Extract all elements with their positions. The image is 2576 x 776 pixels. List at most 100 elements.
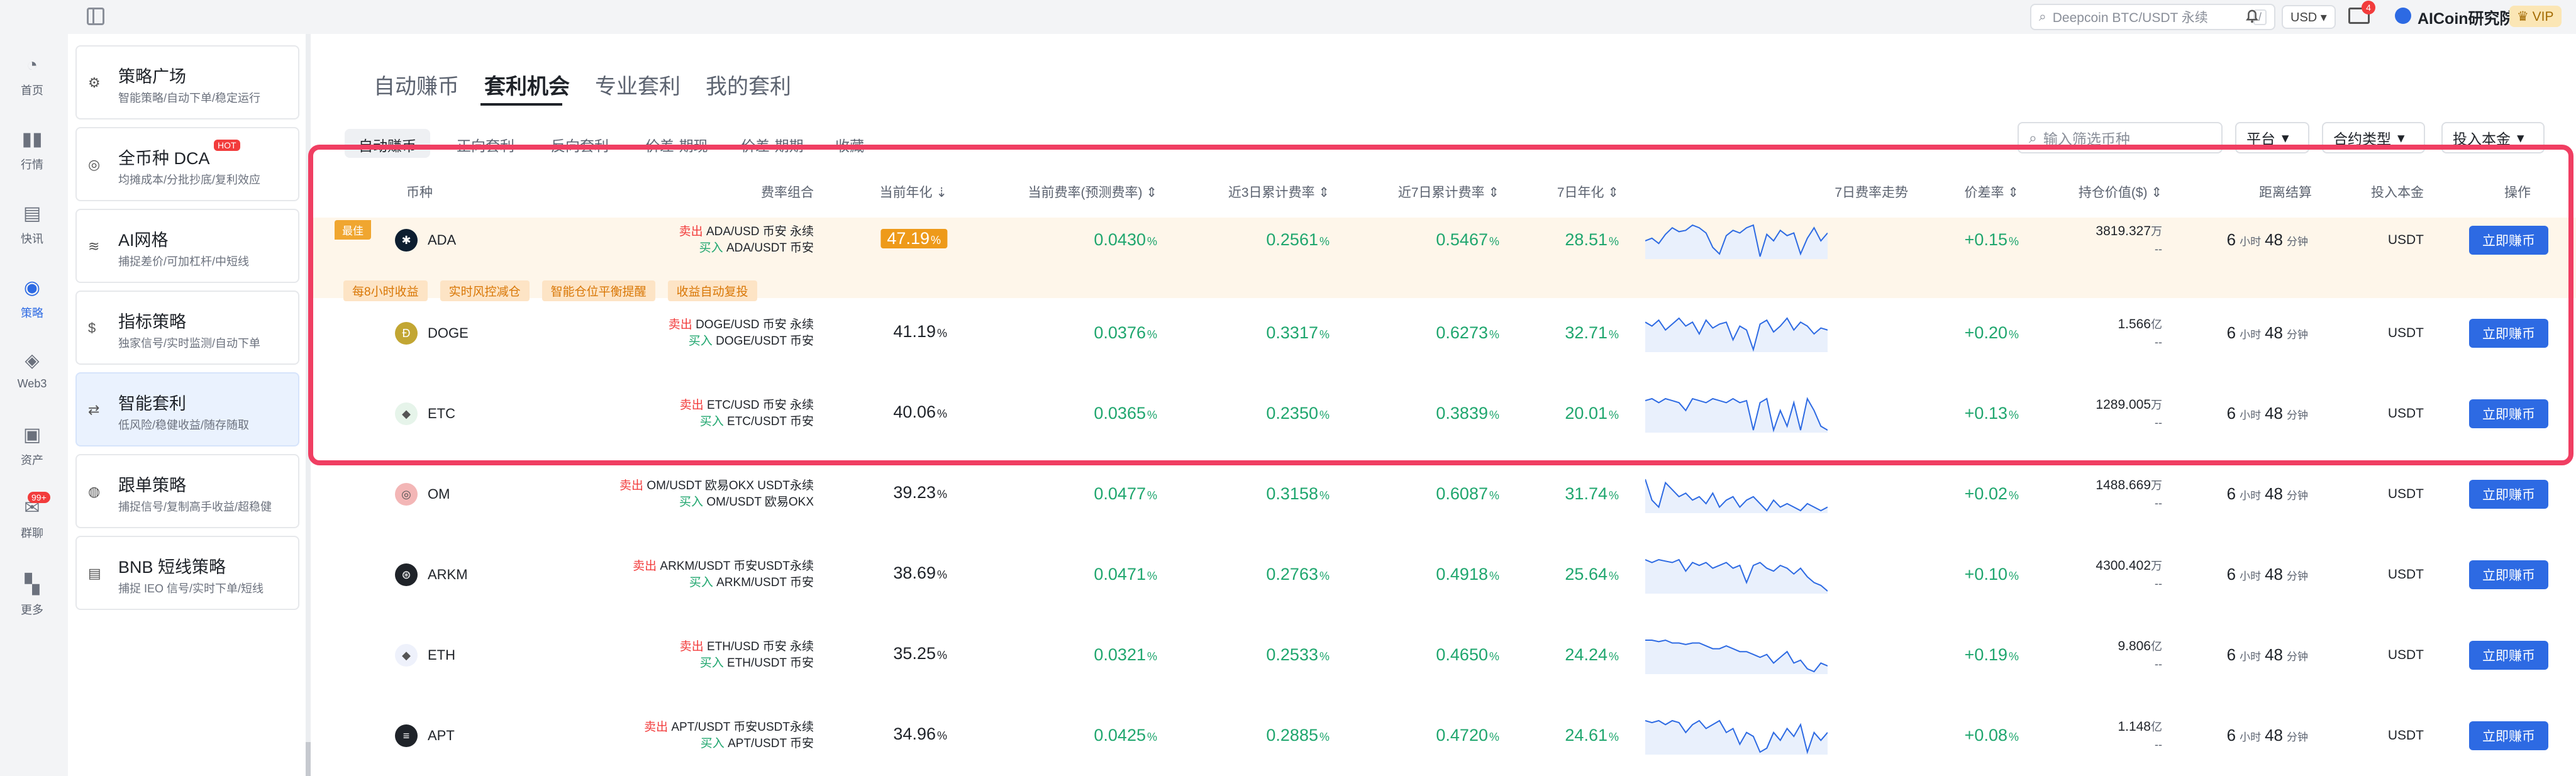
col-hold-value[interactable]: 持仓价值($) ⇕ [2079,182,2162,201]
chevron-down-icon: ▾ [2517,129,2524,146]
subtab-favorites[interactable]: 收藏 [821,129,878,158]
earn-now-button[interactable]: 立即赚币 [2469,641,2548,670]
sort-icon: ⇕ [1318,186,1330,200]
hold-value-line: 1289.005万 [2096,396,2162,414]
strategy-subtitle: 低风险/稳健收益/随存随取 [118,419,250,431]
nav-item-2[interactable]: ▤ 快讯 [0,201,64,247]
col-spread[interactable]: 价差率 ⇕ [1965,182,2019,201]
tab-my-arbitrage[interactable]: 我的套利 [706,69,791,100]
nav-item-3[interactable]: ◉ 策略 [0,275,64,321]
cell-principal: USDT [2387,567,2424,582]
col-3d-rate[interactable]: 近3日累计费率 ⇕ [1228,182,1330,201]
strategy-card-3[interactable]: $ 指标策略 独家信号/实时监测/自动下单 [75,291,299,365]
strategy-card-5[interactable]: ◍ 跟单策略 捕捉信号/复制高手收益/超稳健 [75,454,299,528]
divider-handle[interactable] [306,742,311,776]
rate-combo: 卖出 ETC/USD 币安 永续 买入 ETC/USDT 币安 [680,397,814,430]
cell-spread: +0.13% [1965,404,2019,423]
strategy-title: 智能套利 [118,394,186,413]
hold-sub: -- [2155,497,2162,509]
subtab-spread-futures-futures[interactable]: 价差-期期 [727,129,818,158]
nav-item-4[interactable]: ◈ Web3 [0,348,64,391]
nav-item-7[interactable]: ▚ 更多 [0,572,64,618]
coin-name: ADA [428,232,457,248]
nav-item-0[interactable]: ◔ 首页 [0,53,64,98]
col-7d-rate[interactable]: 近7日累计费率 ⇕ [1398,182,1499,201]
subtab-forward-arbitrage[interactable]: 正向套利 [443,129,528,158]
cell-rate-3d: 0.2533% [1266,645,1330,665]
tab-arbitrage-opportunities[interactable]: 套利机会 [484,69,570,100]
platform-select-label: 平台 [2246,131,2275,147]
nav-item-1[interactable]: ▮▮ 行情 [0,127,64,172]
earn-now-button[interactable]: 立即赚币 [2469,480,2548,509]
mail-icon[interactable]: 4 [2348,1,2375,24]
coin-name: APT [428,728,455,743]
currency-select[interactable]: USD ▾ [2282,5,2336,29]
strategy-icon: $ [88,320,96,336]
strategy-card-4[interactable]: ⇄ 智能套利 低风险/稳健收益/随存随取 [75,372,299,446]
col-current-rate[interactable]: 当前费率(预测费率) ⇕ [1028,182,1157,201]
cell-principal: USDT [2387,233,2424,247]
subtab-auto-earn[interactable]: 自动赚币 [345,129,430,158]
chevron-down-icon: ▾ [2282,129,2289,146]
coin-name: ARKM [428,567,468,582]
percent-sign: % [1489,328,1499,341]
bell-icon[interactable] [2243,6,2262,25]
platform-select[interactable]: 平台 ▾ [2235,122,2309,153]
percent-sign: % [1489,489,1499,502]
earn-now-button[interactable]: 立即赚币 [2469,226,2548,255]
buy-leg: 买入 ETC/USDT 币安 [680,414,814,430]
nav-item-6[interactable]: ✉ 群聊 99+ [0,492,64,541]
rate-combo: 卖出 APT/USDT 币安USDT永续 买入 APT/USDT 币安 [644,719,814,752]
buy-pair: ARKM/USDT [716,576,787,589]
hold-value: 1289.005 [2096,397,2151,412]
minutes: 48 [2265,404,2283,423]
percent-sign: % [1146,731,1157,743]
sidebar-collapse-icon[interactable] [87,8,104,25]
earn-now-button[interactable]: 立即赚币 [2469,721,2548,750]
strategy-card-2[interactable]: ≋ AI网格 捕捉差价/可加杠杆/中短线 [75,209,299,283]
earn-now-button[interactable]: 立即赚币 [2469,560,2548,589]
cell-principal: USDT [2387,406,2424,421]
username[interactable]: AICoin研究院 [2418,6,2516,29]
sell-leg: 卖出 DOGE/USD 币安 永续 [669,317,814,333]
buy-venue: 币安 [789,415,814,428]
percent-sign: % [1489,409,1499,421]
user-avatar[interactable] [2395,8,2411,24]
annual-7d-value: 31.74 [1565,484,1607,503]
subtab-reverse-arbitrage[interactable]: 反向套利 [537,129,623,158]
subtab-spread-spot-futures[interactable]: 价差-期现 [631,129,722,158]
strategy-card-1[interactable]: ◎ 全币种 DCA 均摊成本/分批抄底/复利效应 HOT [75,127,299,201]
strategy-card-0[interactable]: ⚙ 策略广场 智能策略/自动下单/稳定运行 [75,45,299,119]
earn-now-button[interactable]: 立即赚币 [2469,399,2548,428]
buy-leg: 买入 ARKM/USDT 币安 [633,575,814,591]
percent-sign: % [1608,731,1619,743]
earn-now-button[interactable]: 立即赚币 [2469,319,2548,348]
global-search-input[interactable]: ⌕ Deepcoin BTC/USDT 永续 / [2030,4,2275,30]
rate-3d-value: 0.3158 [1266,484,1318,503]
tab-pro-arbitrage[interactable]: 专业套利 [595,69,680,100]
cell-spread: +0.15% [1965,230,2019,250]
percent-sign: % [2008,489,2019,502]
cell-settlement: 6 小时 48 分钟 [2227,645,2312,665]
cell-principal: USDT [2387,487,2424,501]
buy-pair: APT/USDT [728,737,787,750]
hold-value: 1488.669 [2096,478,2151,492]
contract-type-select[interactable]: 合约类型 ▾ [2322,122,2425,153]
coin-filter-input[interactable]: ⌕ 输入筛选币种 [2018,122,2223,153]
nav-label: 策略 [21,307,43,319]
sell-leg: 卖出 ARKM/USDT 币安USDT永续 [633,558,814,575]
buy-label: 买入 [699,657,724,670]
nav-item-5[interactable]: ▣ 资产 [0,423,64,468]
tab-auto-earn[interactable]: 自动赚币 [374,69,459,100]
vip-badge[interactable]: ♛ VIP [2509,6,2562,27]
col-7d-annual[interactable]: 7日年化 ⇕ [1557,182,1619,201]
nav-label: Web3 [17,377,47,390]
col-annual[interactable]: 当前年化 ⇣ [880,182,947,201]
percent-sign: % [1608,235,1619,248]
minutes: 48 [2265,645,2283,664]
invest-select[interactable]: 投入本金 ▾ [2441,122,2545,153]
cell-settlement: 6 小时 48 分钟 [2227,404,2312,423]
spread-value: +0.10 [1964,565,2007,584]
strategy-card-6[interactable]: ▤ BNB 短线策略 捕捉 IEO 信号/实时下单/短线 [75,536,299,610]
spread-value: +0.20 [1964,323,2007,342]
